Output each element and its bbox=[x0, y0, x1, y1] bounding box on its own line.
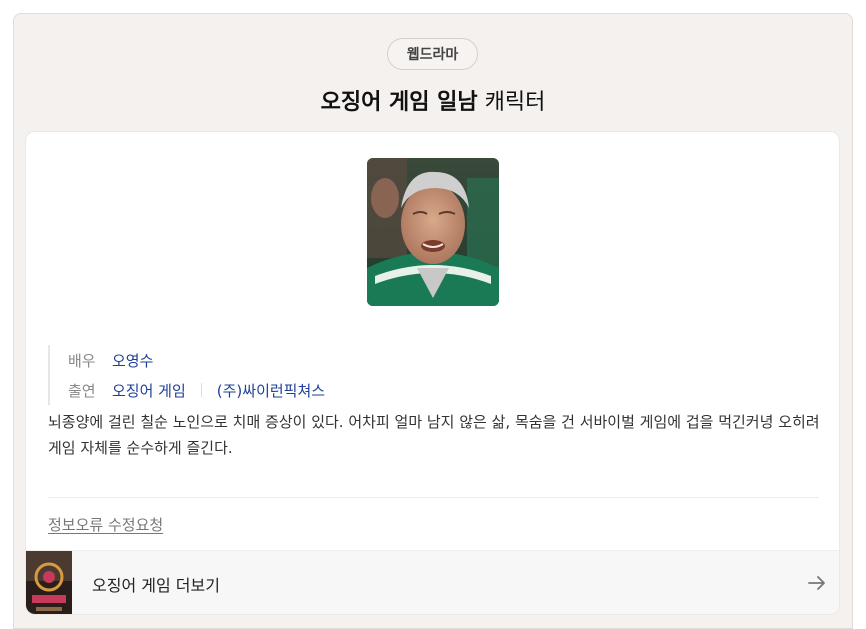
poster-image bbox=[26, 550, 72, 614]
divider-line bbox=[48, 497, 819, 498]
character-description: 뇌종양에 걸린 칠순 노인으로 치매 증상이 있다. 어차피 얼마 남지 않은 … bbox=[48, 413, 820, 457]
more-label: 오징어 게임 더보기 bbox=[92, 575, 220, 595]
actor-row: 배우 오영수 bbox=[68, 345, 325, 375]
title-suffix: 캐릭터 bbox=[484, 90, 546, 115]
drama-poster bbox=[26, 550, 72, 614]
more-link-row[interactable]: 오징어 게임 더보기 bbox=[26, 550, 839, 614]
character-card: 배우 오영수 출연 오징어 게임 (주)싸이런픽쳐스 뇌종양에 걸린 칠순 노인… bbox=[25, 131, 840, 615]
appear-link[interactable]: 오징어 게임 bbox=[112, 380, 186, 401]
info-list: 배우 오영수 출연 오징어 게임 (주)싸이런픽쳐스 bbox=[48, 345, 325, 405]
report-error-link[interactable]: 정보오류 수정요청 bbox=[48, 514, 163, 535]
category-pill[interactable]: 웹드라마 bbox=[387, 38, 478, 70]
actor-label: 배우 bbox=[68, 351, 96, 370]
arrow-right-icon bbox=[808, 576, 825, 590]
appear-row: 출연 오징어 게임 (주)싸이런픽쳐스 bbox=[68, 375, 325, 405]
actor-link[interactable]: 오영수 bbox=[112, 350, 153, 371]
divider bbox=[200, 383, 202, 397]
portrait-image bbox=[367, 158, 499, 306]
title-name: 오징어 게임 일남 bbox=[320, 90, 478, 115]
production-link[interactable]: (주)싸이런픽쳐스 bbox=[217, 380, 325, 401]
appear-label: 출연 bbox=[68, 381, 96, 400]
character-portrait[interactable] bbox=[367, 158, 499, 306]
page-title: 오징어 게임 일남 캐릭터 bbox=[0, 84, 866, 116]
